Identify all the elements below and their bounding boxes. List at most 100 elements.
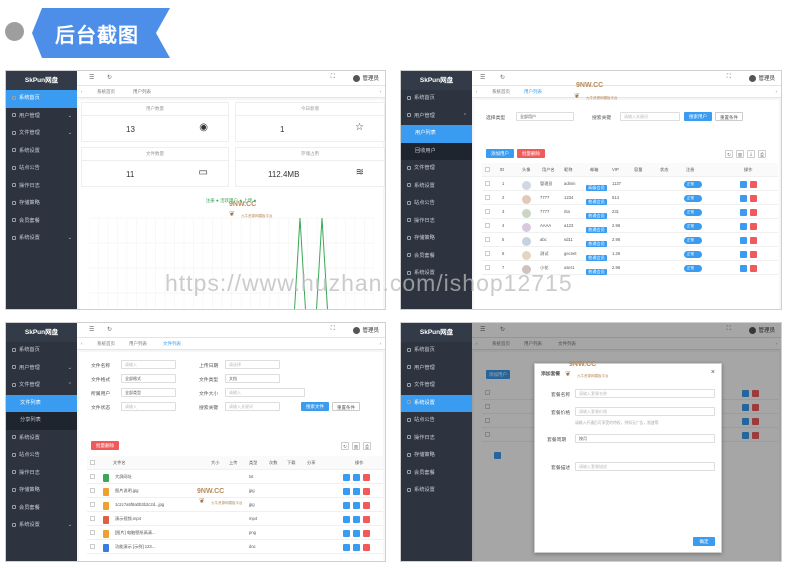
columns-icon[interactable]: ▥	[736, 150, 744, 158]
sidebar-item-home[interactable]: 系统首页	[6, 90, 77, 108]
row-checkbox[interactable]	[485, 237, 490, 242]
sidebar-item-files[interactable]: 文件管理 ⌄	[6, 125, 77, 143]
tab-home[interactable]: 系统首页	[97, 341, 115, 347]
tab-next-icon[interactable]: ›	[380, 341, 382, 346]
view-button[interactable]	[343, 488, 350, 495]
download-button[interactable]	[353, 544, 360, 551]
package-cycle-select[interactable]: 按月	[575, 434, 715, 443]
tab-next-icon[interactable]: ›	[776, 89, 778, 94]
delete-button[interactable]	[363, 530, 370, 537]
sidebar-item-storage[interactable]: 存储策略	[6, 195, 77, 213]
row-checkbox[interactable]	[90, 488, 95, 493]
package-price-input[interactable]: 请输入套餐价格	[575, 407, 715, 416]
sidebar-subitem-share-list[interactable]: 分享列表	[6, 412, 77, 430]
keyword-input[interactable]: 请输入关键词	[620, 112, 680, 121]
sidebar-item-home[interactable]: 系统首页	[401, 342, 472, 360]
user-menu[interactable]: 管理员	[353, 326, 379, 335]
size-input[interactable]: 请输入	[225, 388, 305, 397]
edit-button[interactable]	[740, 237, 747, 244]
row-checkbox[interactable]	[90, 544, 95, 549]
delete-button[interactable]	[750, 181, 757, 188]
tab-home[interactable]: 系统首页	[97, 89, 115, 95]
download-button[interactable]	[353, 488, 360, 495]
select-all-checkbox[interactable]	[90, 460, 95, 465]
status-toggle[interactable]: 正常	[684, 209, 702, 216]
view-button[interactable]	[343, 474, 350, 481]
sidebar-item-storage[interactable]: 存储策略	[401, 230, 472, 248]
columns-icon[interactable]: ▥	[352, 442, 360, 450]
status-toggle[interactable]: 正常	[684, 195, 702, 202]
search-file-button[interactable]: 搜索文件	[301, 402, 329, 411]
date-input[interactable]: 请选择	[225, 360, 280, 369]
sidebar-item-files[interactable]: 文件管理	[401, 377, 472, 395]
sidebar-item-log[interactable]: 操作日志	[6, 178, 77, 196]
sidebar-item-files[interactable]: 文件管理	[401, 160, 472, 178]
export-icon[interactable]: ⇩	[747, 150, 755, 158]
sidebar-item-vip[interactable]: 会员套餐	[6, 500, 77, 518]
keyword-input[interactable]: 请输入关键词	[225, 402, 280, 411]
reset-button[interactable]: 重置条件	[715, 112, 743, 121]
sidebar-item-notice[interactable]: 站点公告	[401, 412, 472, 430]
sidebar-item-system[interactable]: 系统设置 ⌄	[6, 230, 77, 248]
sidebar-item-storage[interactable]: 存储策略	[401, 447, 472, 465]
search-user-button[interactable]: 搜索用户	[684, 112, 712, 121]
delete-button[interactable]	[750, 223, 757, 230]
filename-input[interactable]: 请输入	[121, 360, 176, 369]
sidebar-item-system[interactable]: 系统设置	[401, 482, 472, 500]
sidebar-item-log[interactable]: 操作日志	[401, 213, 472, 231]
sidebar-item-home[interactable]: 系统首页	[401, 90, 472, 108]
menu-icon[interactable]: ☰	[89, 74, 94, 81]
sidebar-subitem-user-list[interactable]: 用户列表	[401, 125, 472, 143]
status-toggle[interactable]: 正常	[684, 237, 702, 244]
batch-delete-button[interactable]: 批量删除	[91, 441, 119, 450]
row-checkbox[interactable]	[485, 265, 490, 270]
sidebar-item-notice[interactable]: 站点公告	[401, 195, 472, 213]
status-toggle[interactable]: 正常	[684, 181, 702, 188]
menu-icon[interactable]: ☰	[480, 74, 485, 81]
sidebar-item-vip[interactable]: 会员套餐	[401, 248, 472, 266]
row-checkbox[interactable]	[485, 251, 490, 256]
sidebar-item-users[interactable]: 用户管理 ⌄	[6, 360, 77, 378]
sidebar-item-settings[interactable]: 系统设置	[6, 430, 77, 448]
delete-button[interactable]	[750, 251, 757, 258]
user-select[interactable]: 全部类型	[121, 388, 176, 397]
delete-button[interactable]	[750, 209, 757, 216]
fullscreen-icon[interactable]: ⛶	[727, 74, 731, 81]
download-button[interactable]	[353, 516, 360, 523]
print-icon[interactable]: ⎙	[363, 442, 371, 450]
tab-files[interactable]: 文件列表	[163, 341, 181, 347]
row-checkbox[interactable]	[485, 209, 490, 214]
tab-next-icon[interactable]: ›	[380, 89, 382, 94]
sidebar-item-system[interactable]: 系统设置	[401, 265, 472, 283]
select-all-checkbox[interactable]	[485, 167, 490, 172]
delete-button[interactable]	[750, 195, 757, 202]
sidebar-item-home[interactable]: 系统首页	[6, 342, 77, 360]
sidebar-item-users[interactable]: 用户管理	[401, 360, 472, 378]
status-toggle[interactable]: 正常	[684, 223, 702, 230]
sidebar-item-vip[interactable]: 会员套餐	[6, 213, 77, 231]
refresh-icon[interactable]: ↻	[500, 74, 505, 81]
sidebar-item-log[interactable]: 操作日志	[6, 465, 77, 483]
status-toggle[interactable]: 正常	[684, 265, 702, 272]
refresh-icon[interactable]: ↻	[341, 442, 349, 450]
view-button[interactable]	[343, 544, 350, 551]
refresh-icon[interactable]: ↻	[107, 74, 112, 81]
sidebar-item-settings[interactable]: 系统设置	[6, 143, 77, 161]
sidebar-item-users[interactable]: 用户管理 ⌃	[401, 108, 472, 126]
sidebar-item-settings[interactable]: 系统设置	[401, 178, 472, 196]
tab-prev-icon[interactable]: ‹	[81, 89, 83, 94]
tab-prev-icon[interactable]: ‹	[476, 89, 478, 94]
row-checkbox[interactable]	[90, 502, 95, 507]
sidebar-item-users[interactable]: 用户管理 ⌄	[6, 108, 77, 126]
status-input[interactable]: 请输入	[121, 402, 176, 411]
edit-button[interactable]	[740, 251, 747, 258]
edit-button[interactable]	[740, 223, 747, 230]
sidebar-item-storage[interactable]: 存储策略	[6, 482, 77, 500]
refresh-icon[interactable]: ↻	[725, 150, 733, 158]
view-button[interactable]	[343, 502, 350, 509]
row-checkbox[interactable]	[485, 223, 490, 228]
download-button[interactable]	[353, 474, 360, 481]
delete-button[interactable]	[363, 488, 370, 495]
delete-button[interactable]	[363, 502, 370, 509]
edit-button[interactable]	[740, 209, 747, 216]
